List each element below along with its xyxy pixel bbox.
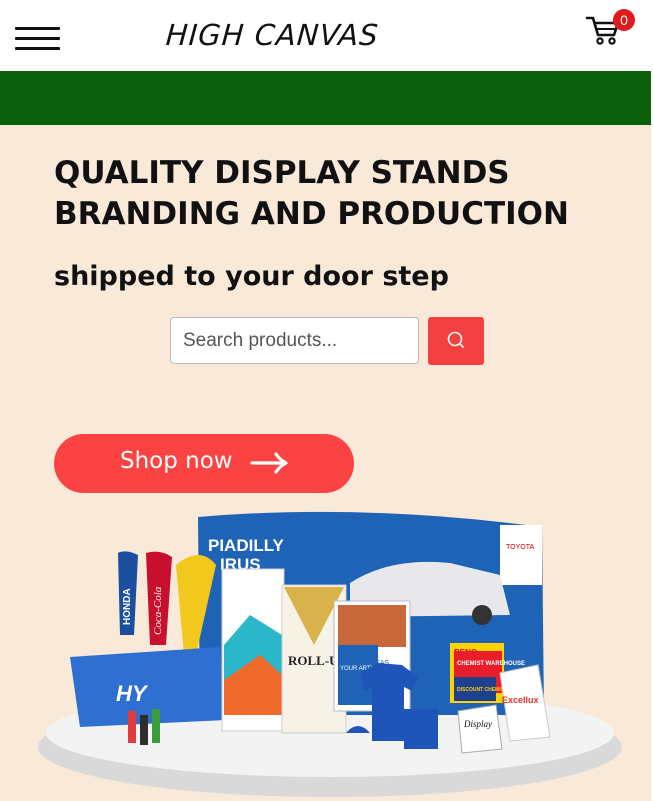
cart-count-badge[interactable]: 0	[613, 9, 635, 31]
search-icon	[447, 331, 464, 348]
sign-text: Display	[463, 719, 492, 729]
search-button[interactable]	[428, 317, 484, 365]
tote-bag	[404, 709, 438, 749]
flag-text: HONDA	[122, 588, 133, 625]
site-header: HIGH CANVAS 0	[0, 0, 653, 71]
backdrop-right-panel	[500, 525, 542, 585]
hero-headline: QUALITY DISPLAY STANDS BRANDING AND PROD…	[54, 153, 644, 235]
bottle	[140, 715, 148, 745]
rollup-text: ROLL-U	[288, 653, 339, 668]
table-text: HY	[116, 681, 149, 706]
display-products-illustration: TOYOTA PIADILLY IRUS T HONDA Coca-Cola H…	[38, 511, 622, 797]
shop-now-button[interactable]: Shop now	[54, 434, 354, 493]
menu-bar	[15, 27, 60, 30]
search-input[interactable]	[170, 317, 419, 364]
headline-line: BRANDING AND PRODUCTION	[54, 196, 569, 232]
hamburger-menu-icon[interactable]	[15, 27, 60, 51]
sign-text: Excellux	[502, 695, 539, 705]
hero-subheadline: shipped to your door step	[54, 261, 449, 292]
shop-now-label: Shop now	[120, 448, 233, 474]
a-frame-sign	[457, 704, 503, 754]
site-logo[interactable]: HIGH CANVAS	[165, 18, 380, 52]
menu-bar	[15, 47, 60, 50]
arrow-right-icon	[250, 452, 288, 474]
backdrop-brand: TOYOTA	[506, 544, 534, 551]
headline-line: QUALITY DISPLAY STANDS	[54, 155, 510, 191]
bottle	[128, 711, 136, 743]
promo-bar	[0, 71, 651, 125]
backdrop-text: PIADILLY	[208, 536, 285, 555]
menu-bar	[15, 37, 60, 40]
sign-text: DISCOUNT CHEMIST	[457, 687, 507, 693]
bottle	[152, 709, 160, 743]
sign-text: CHEMIST WAREHOUSE	[457, 661, 525, 667]
flag-text: Coca-Cola	[152, 586, 164, 635]
